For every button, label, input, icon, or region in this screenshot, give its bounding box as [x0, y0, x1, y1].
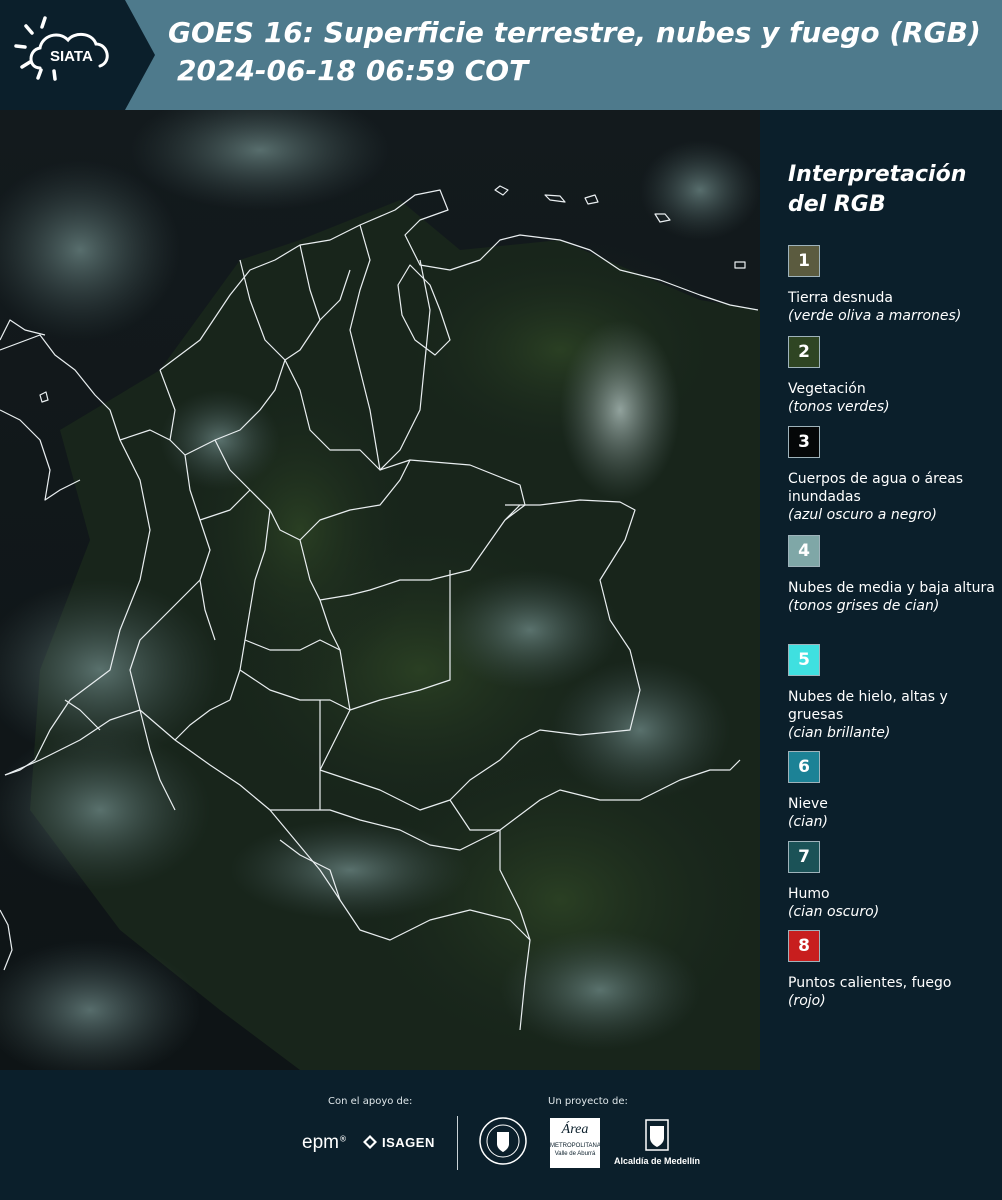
legend-desc: (rojo) [788, 993, 826, 1009]
legend-item-water: 3 Cuerpos de agua o áreas inundadas (azu… [788, 426, 998, 525]
legend-label: Puntos calientes, fuego [788, 975, 952, 991]
coat-of-arms-icon [645, 1119, 669, 1151]
area-metropolitana-logo: Área METROPOLITANA Valle de Aburrá [550, 1118, 601, 1168]
legend-swatch: 5 [788, 644, 820, 676]
legend-desc: (azul oscuro a negro) [788, 507, 937, 523]
legend-desc: (cian oscuro) [788, 904, 880, 920]
legend-desc: (verde oliva a marrones) [788, 308, 962, 324]
title-line-1: GOES 16: Superficie terrestre, nubes y f… [168, 16, 981, 49]
legend-item-snow: 6 Nieve (cian) [788, 751, 998, 832]
seal-logo [478, 1116, 528, 1170]
legend-label: Nubes de media y baja altura [788, 580, 995, 596]
legend-item-vegetation: 2 Vegetación (tonos verdes) [788, 336, 998, 417]
legend-label: Tierra desnuda [788, 290, 893, 306]
legend-desc: (cian brillante) [788, 725, 891, 741]
siata-logo: SIATA [0, 0, 155, 110]
legend-label: Humo [788, 886, 830, 902]
legend-swatch: 8 [788, 930, 820, 962]
legend-label: Nieve [788, 796, 828, 812]
legend-swatch: 6 [788, 751, 820, 783]
epm-logo: epm® [302, 1132, 347, 1153]
legend-title: Interpretación del RGB [788, 162, 967, 217]
legend-desc: (tonos grises de cian) [788, 598, 940, 614]
legend-item-bare-soil: 1 Tierra desnuda (verde oliva a marrones… [788, 245, 998, 326]
legend-panel: Interpretación del RGB 1 Tierra desnuda … [760, 110, 1002, 1070]
legend-item-fire: 8 Puntos calientes, fuego (rojo) [788, 930, 998, 1011]
legend-swatch: 7 [788, 841, 820, 873]
legend-label: Nubes de hielo, altas y gruesas [788, 689, 948, 723]
isagen-logo: ISAGEN [362, 1134, 435, 1150]
isagen-icon [363, 1135, 377, 1149]
header-bar: SIATA GOES 16: Superficie terrestre, nub… [0, 0, 1002, 110]
legend-item-low-clouds: 4 Nubes de media y baja altura (tonos gr… [788, 535, 998, 616]
project-caption: Un proyecto de: [548, 1096, 628, 1107]
support-caption: Con el apoyo de: [328, 1096, 413, 1107]
legend-item-smoke: 7 Humo (cian oscuro) [788, 841, 998, 922]
page-title: GOES 16: Superficie terrestre, nubes y f… [168, 14, 998, 90]
legend-swatch: 4 [788, 535, 820, 567]
legend-desc: (tonos verdes) [788, 399, 890, 415]
footer-divider [457, 1116, 458, 1170]
legend-item-ice-clouds: 5 Nubes de hielo, altas y gruesas (cian … [788, 644, 998, 743]
legend-swatch: 1 [788, 245, 820, 277]
logo-text: SIATA [50, 48, 93, 65]
footer: Con el apoyo de: Un proyecto de: epm® IS… [0, 1070, 1002, 1200]
legend-swatch: 3 [788, 426, 820, 458]
legend-desc: (cian) [788, 814, 828, 830]
title-line-2: 2024-06-18 06:59 COT [177, 54, 529, 87]
legend-label: Cuerpos de agua o áreas inundadas [788, 471, 964, 505]
legend-swatch: 2 [788, 336, 820, 368]
satellite-rgb-map[interactable] [0, 110, 760, 1070]
legend-label: Vegetación [788, 381, 866, 397]
alcaldia-logo: Alcaldía de Medellín [612, 1118, 702, 1166]
cloud-cluster [560, 320, 680, 500]
